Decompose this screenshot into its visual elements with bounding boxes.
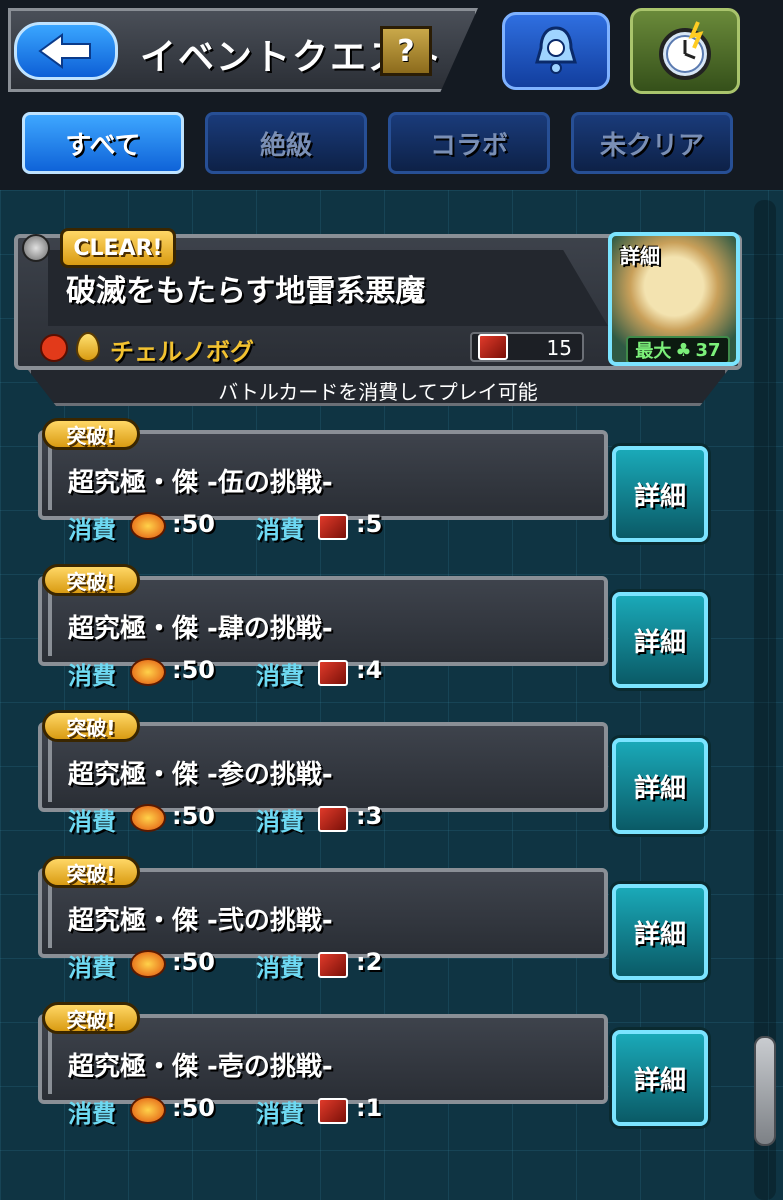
back-arrow-icon <box>38 33 91 69</box>
stamina-cost-label: 消費 <box>68 1100 116 1128</box>
filter-tabs: すべて 絶級 コラボ 未クリア <box>0 100 783 190</box>
stamina-timer-button[interactable] <box>630 8 740 94</box>
break-badge: 突破! <box>42 710 140 742</box>
detail-button[interactable]: 詳細 <box>612 1030 708 1126</box>
scrollbar-thumb[interactable] <box>754 1036 776 1146</box>
battle-card-count: 15 <box>470 332 584 362</box>
battle-card-icon <box>318 806 348 832</box>
break-badge: 突破! <box>42 564 140 596</box>
stamina-cost-value: :50 <box>172 656 215 684</box>
tab-all[interactable]: すべて <box>22 112 184 174</box>
detail-button[interactable]: 詳細 <box>612 446 708 542</box>
stamina-cost-value: :50 <box>172 948 215 976</box>
quest-row[interactable]: 突破! 超究極・傑 -壱の挑戦- 消費 :50 消費 :1 詳細 <box>38 1002 708 1128</box>
quest-title: 超究極・傑 -伍の挑戦- <box>68 468 333 498</box>
header: イベントクエスト ? <box>0 0 783 100</box>
card-cost-label: 消費 <box>256 954 304 982</box>
max-value: 37 <box>695 339 721 361</box>
quest-row[interactable]: 突破! 超究極・傑 -参の挑戦- 消費 :50 消費 :3 詳細 <box>38 710 708 836</box>
card-cost-label: 消費 <box>256 516 304 544</box>
card-cost-value: :4 <box>356 656 383 684</box>
event-card[interactable]: CLEAR! 破滅をもたらす地雷系悪魔 チェルノボグ 15 バトルカードを消費し… <box>14 228 742 408</box>
alarm-clock-icon <box>659 21 711 80</box>
egg-icon <box>76 332 100 362</box>
battle-card-icon <box>318 514 348 540</box>
card-cost-label: 消費 <box>256 662 304 690</box>
card-cost-value: :1 <box>356 1094 383 1122</box>
notification-button[interactable] <box>502 12 610 90</box>
break-badge: 突破! <box>42 856 140 888</box>
card-cost-label: 消費 <box>256 1100 304 1128</box>
stamina-cost-value: :50 <box>172 1094 215 1122</box>
quest-title: 超究極・傑 -肆の挑戦- <box>68 614 333 644</box>
stamina-cost-value: :50 <box>172 802 215 830</box>
break-badge: 突破! <box>42 1002 140 1034</box>
stamina-cost-label: 消費 <box>68 662 116 690</box>
tab-zekkyu[interactable]: 絶級 <box>205 112 367 174</box>
detail-button[interactable]: 詳細 <box>612 592 708 688</box>
stamina-icon <box>130 512 166 540</box>
stamina-icon <box>130 950 166 978</box>
detail-button[interactable]: 詳細 <box>612 884 708 980</box>
stamina-cost-label: 消費 <box>68 954 116 982</box>
battle-card-icon <box>318 952 348 978</box>
fire-attribute-icon <box>40 334 68 362</box>
quest-title: 超究極・傑 -壱の挑戦- <box>68 1052 333 1082</box>
stamina-icon <box>130 804 166 832</box>
scrollbar-track[interactable] <box>754 200 776 1200</box>
event-note: バトルカードを消費してプレイ可能 <box>218 380 538 404</box>
card-cost-value: :2 <box>356 948 383 976</box>
detail-button[interactable]: 詳細 <box>612 738 708 834</box>
quest-title: 超究極・傑 -弐の挑戦- <box>68 906 333 936</box>
clover-icon: ♣ <box>675 339 692 361</box>
card-cost-label: 消費 <box>256 808 304 836</box>
card-cost-value: :5 <box>356 510 383 538</box>
card-count-value: 15 <box>546 336 572 360</box>
quest-row[interactable]: 突破! 超究極・傑 -伍の挑戦- 消費 :50 消費 :5 詳細 <box>38 418 708 544</box>
pin-icon <box>22 234 50 262</box>
stamina-cost-value: :50 <box>172 510 215 538</box>
break-badge: 突破! <box>42 418 140 450</box>
stamina-cost-label: 消費 <box>68 808 116 836</box>
stamina-icon <box>130 1096 166 1124</box>
help-button[interactable]: ? <box>380 26 432 76</box>
quest-title: 超究極・傑 -参の挑戦- <box>68 760 333 790</box>
boss-portrait[interactable]: 詳細 最大 ♣ 37 <box>608 232 740 366</box>
battle-card-icon <box>318 660 348 686</box>
tab-collab[interactable]: コラボ <box>388 112 550 174</box>
tab-uncleared[interactable]: 未クリア <box>571 112 733 174</box>
bell-icon <box>535 26 577 74</box>
max-label: 最大 <box>635 341 672 362</box>
event-title: 破滅をもたらす地雷系悪魔 <box>66 274 426 309</box>
back-button[interactable] <box>14 22 118 80</box>
card-cost-value: :3 <box>356 802 383 830</box>
clear-badge: CLEAR! <box>60 228 176 268</box>
max-luck-badge: 最大 ♣ 37 <box>626 336 730 362</box>
stamina-icon <box>130 658 166 686</box>
boss-name: チェルノボグ <box>110 338 254 366</box>
battle-card-icon <box>318 1098 348 1124</box>
quest-row[interactable]: 突破! 超究極・傑 -肆の挑戦- 消費 :50 消費 :4 詳細 <box>38 564 708 690</box>
battle-card-icon <box>478 334 508 360</box>
portrait-detail-label: 詳細 <box>620 244 660 268</box>
stamina-cost-label: 消費 <box>68 516 116 544</box>
quest-row[interactable]: 突破! 超究極・傑 -弐の挑戦- 消費 :50 消費 :2 詳細 <box>38 856 708 982</box>
